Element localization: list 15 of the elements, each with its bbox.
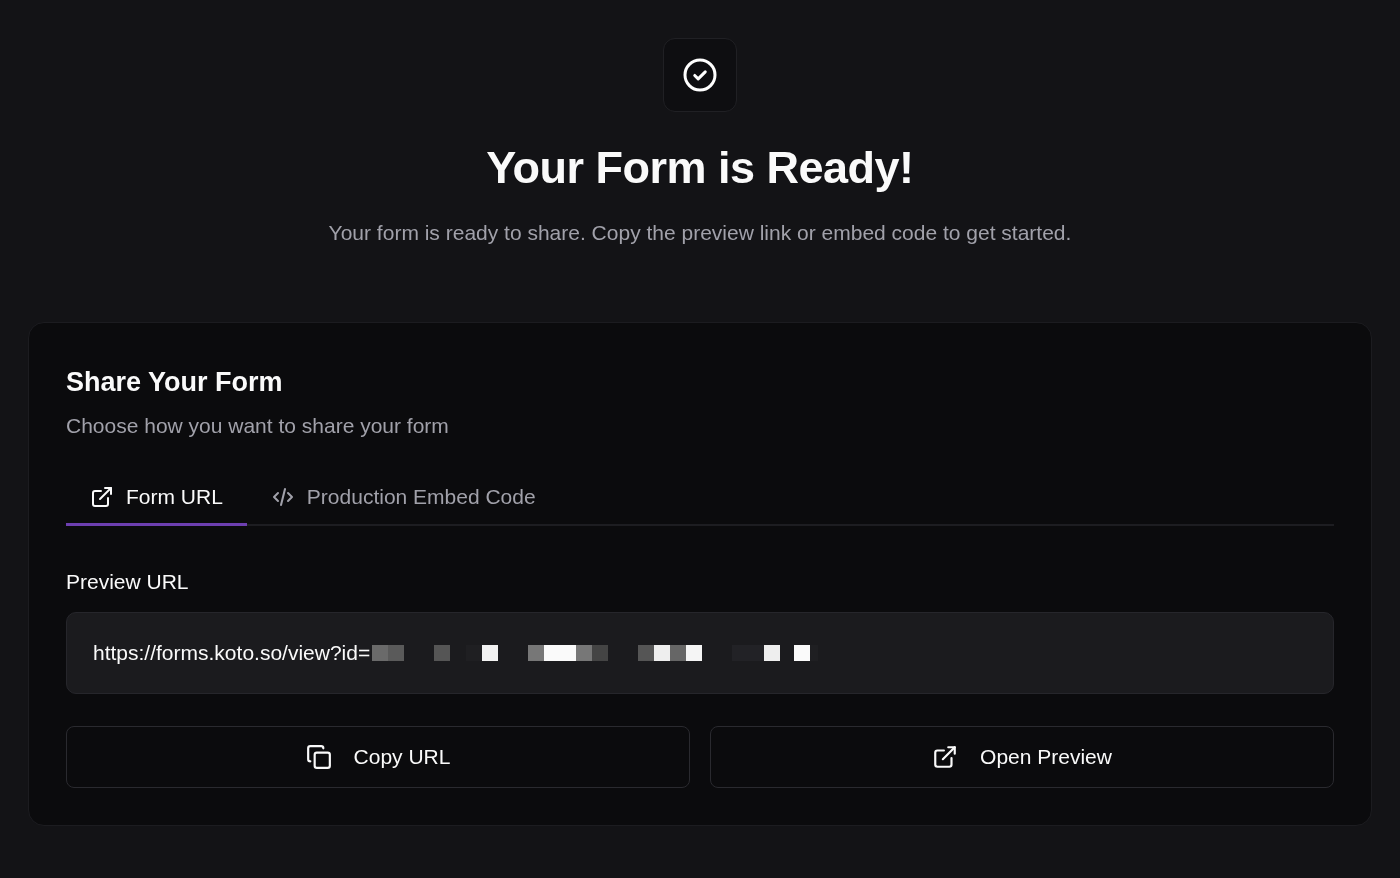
- copy-url-button[interactable]: Copy URL: [66, 726, 690, 788]
- card-title: Share Your Form: [66, 366, 284, 399]
- field-label: Preview URL: [66, 570, 190, 594]
- copy-icon: [305, 744, 332, 770]
- card-subtitle: Choose how you want to share your form: [66, 413, 450, 439]
- check-circle-icon: [682, 57, 718, 93]
- page-title: Your Form is Ready!: [486, 142, 914, 194]
- tab[interactable]: Form URL: [66, 485, 247, 526]
- code-icon: [270, 485, 295, 509]
- url-field[interactable]: https://forms.koto.so/view?id=: [66, 612, 1334, 694]
- page-subtitle: Your form is ready to share. Copy the preview link or embed code to get started.: [328, 220, 1072, 246]
- external-link-icon: [932, 744, 959, 770]
- tab[interactable]: Production Embed Code: [246, 485, 560, 526]
- external-link-icon: [90, 485, 114, 509]
- open-preview-button[interactable]: Open Preview: [710, 726, 1334, 788]
